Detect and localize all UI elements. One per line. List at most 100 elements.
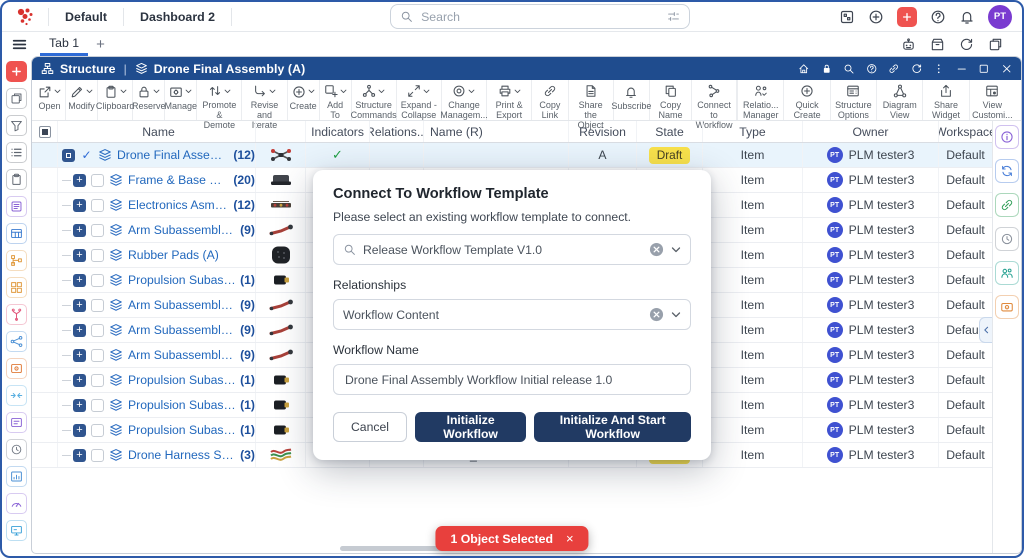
lock-icon[interactable] [821,63,833,75]
toolbar-structure-commands-button[interactable]: Structure Commands [352,80,397,120]
rail-collaborators-panel-button[interactable] [995,261,1019,285]
toolbar-change-management-button[interactable]: Change Managem... [442,80,487,120]
add-tab-button[interactable]: + [96,37,105,52]
part-thumbnail[interactable] [266,296,296,314]
column-header[interactable]: Workspace [939,121,992,142]
sidebar-item-filter[interactable] [6,115,27,136]
collapse-row-button[interactable] [62,149,75,162]
row-checkbox[interactable] [91,174,104,187]
toolbar-share-widget-button[interactable]: Share Widget [922,80,968,120]
part-thumbnail[interactable] [266,171,296,189]
clear-selection-icon[interactable]: × [566,531,574,546]
row-checkbox[interactable] [91,349,104,362]
object-name-link[interactable]: Propulsion Subassembly (A) [128,373,236,387]
tab-1[interactable]: Tab 1 [40,32,88,56]
column-header[interactable]: Revision [569,121,637,142]
column-header[interactable]: Type [703,121,803,142]
sidebar-item-structure-tree[interactable] [6,250,27,271]
expand-row-button[interactable]: + [73,299,86,312]
expand-row-button[interactable]: + [73,249,86,262]
widget-title-bar[interactable]: Structure | Drone Final Assembly (A) [32,57,1021,80]
part-thumbnail[interactable] [266,371,296,389]
user-avatar[interactable]: PT [988,5,1012,29]
object-name-link[interactable]: Frame & Base Subassembly (A) [128,173,229,187]
expand-row-button[interactable]: + [73,324,86,337]
column-header[interactable]: Indicators [306,121,370,142]
object-name-link[interactable]: Propulsion Subassembly (A) [128,398,236,412]
object-name-link[interactable]: Arm Subassembly (A) [128,323,236,337]
toolbar-diagram-view-button[interactable]: Diagram View [876,80,922,120]
toolbar-view-customization-button[interactable]: View Customi... [969,80,1015,120]
sidebar-item-new-window[interactable] [6,88,27,109]
object-name-link[interactable]: Electronics Asm For Drone (A) [128,198,229,212]
quick-add-icon[interactable] [868,9,884,25]
toolbar-share-object-button[interactable]: Share the Object [569,80,614,120]
nav-tab-dashboard-2[interactable]: Dashboard 2 [134,10,221,24]
minimize-icon[interactable] [956,63,968,75]
sidebar-item-merge[interactable] [6,385,27,406]
nav-tab-default[interactable]: Default [59,10,113,24]
chevron-down-icon[interactable] [671,247,681,253]
chevron-down-icon[interactable] [671,312,681,318]
row-checkbox[interactable] [91,224,104,237]
sidebar-item-widget-grid[interactable] [6,277,27,298]
expand-row-button[interactable]: + [73,274,86,287]
part-thumbnail[interactable] [266,321,296,339]
expand-row-button[interactable]: + [73,399,86,412]
toolbar-open-button[interactable]: Open [34,80,66,120]
global-search[interactable] [390,4,690,29]
part-thumbnail[interactable] [266,421,296,439]
column-header[interactable]: State [637,121,703,142]
toolbar-reserve-button[interactable]: Reserve [133,80,165,120]
part-thumbnail[interactable] [266,196,296,214]
reload-icon[interactable] [911,63,923,75]
help-icon[interactable] [866,63,878,75]
row-checkbox[interactable] [91,424,104,437]
home-icon[interactable] [798,63,810,75]
search-input[interactable] [419,9,661,25]
toolbar-quick-create-button[interactable]: Quick Create [783,80,829,120]
maximize-icon[interactable] [978,63,990,75]
expand-row-button[interactable]: + [73,349,86,362]
toolbar-copy-name-button[interactable]: Copy Name [650,80,692,120]
object-name-link[interactable]: Drone Final Assembly (A) [117,148,229,162]
row-checkbox[interactable] [91,299,104,312]
expand-row-button[interactable]: + [73,424,86,437]
clear-icon[interactable] [649,242,664,257]
sidebar-item-cards[interactable] [6,412,27,433]
initialize-workflow-button[interactable]: Initialize Workflow [415,412,526,442]
help-icon[interactable] [930,9,946,25]
app-grid-icon[interactable] [839,9,855,25]
expand-row-button[interactable]: + [73,199,86,212]
part-thumbnail[interactable] [266,396,296,414]
part-thumbnail[interactable] [266,221,296,239]
search-icon[interactable] [843,63,855,75]
sidebar-item-list-view[interactable] [6,142,27,163]
toolbar-manage-button[interactable]: Manage [165,80,197,120]
expand-row-button[interactable]: + [73,374,86,387]
part-thumbnail[interactable] [266,446,296,464]
toolbar-revise-iterate-button[interactable]: Revise and Iterate [242,80,287,120]
menu-icon[interactable] [11,36,28,53]
object-name-link[interactable]: Propulsion Subassembly (A) [128,273,236,287]
part-thumbnail[interactable] [266,246,296,264]
rail-history-panel-button[interactable] [995,227,1019,251]
window-restore-icon[interactable] [988,37,1003,52]
sidebar-item-remote-monitor[interactable] [6,520,27,541]
cancel-button[interactable]: Cancel [333,412,407,442]
column-header[interactable]: Name (R) [424,121,569,142]
row-checkbox[interactable] [91,449,104,462]
rail-info-panel-button[interactable] [995,125,1019,149]
workflow-template-select[interactable]: Release Workflow Template V1.0 [333,234,691,265]
sidebar-item-branch-view[interactable] [6,304,27,325]
toolbar-structure-options-button[interactable]: Structure Options [830,80,876,120]
rail-watch-panel-button[interactable] [995,295,1019,319]
object-name-link[interactable]: Propulsion Subassembly (A) [128,423,236,437]
part-thumbnail[interactable] [266,146,296,164]
row-checkbox[interactable] [91,249,104,262]
refresh-icon[interactable] [959,37,974,52]
toolbar-promote-demote-button[interactable]: Promote & Demote [197,80,242,120]
column-header[interactable]: Owner [803,121,939,142]
toolbar-copy-link-button[interactable]: Copy Link [532,80,568,120]
expand-row-button[interactable]: + [73,174,86,187]
